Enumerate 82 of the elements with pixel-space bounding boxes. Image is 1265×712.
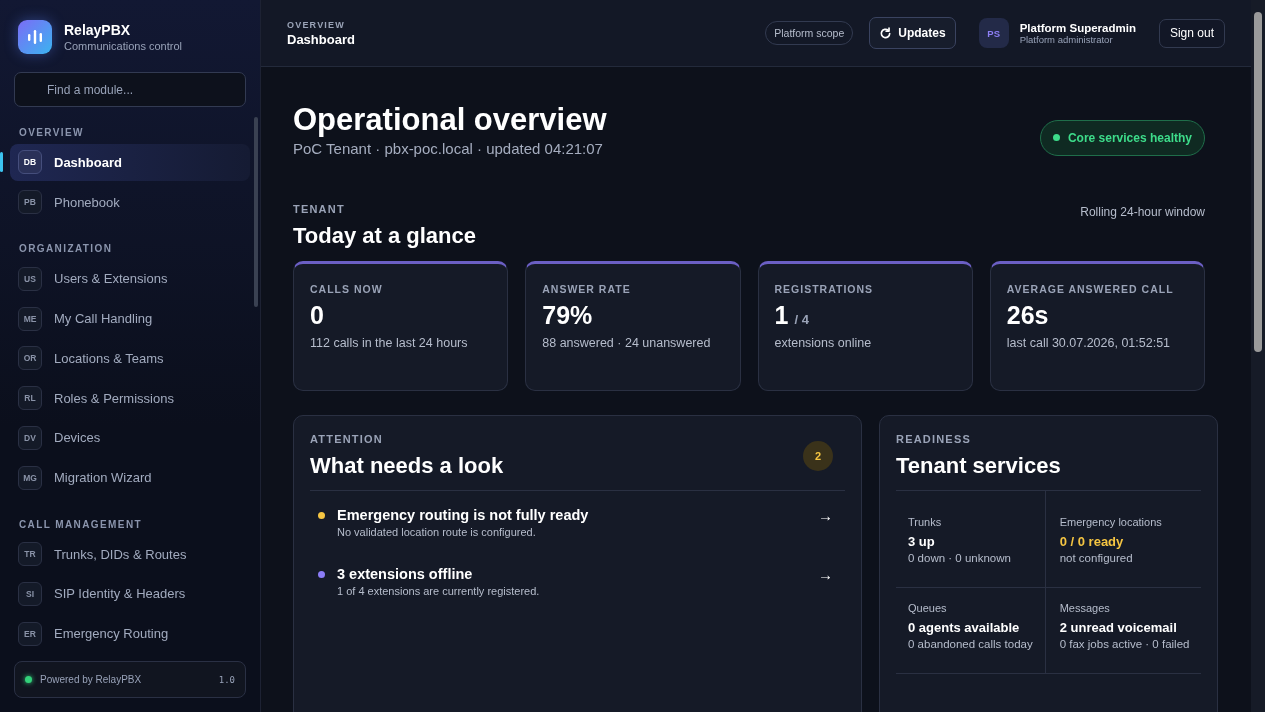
stat-label: REGISTRATIONS <box>774 283 874 295</box>
service-label: Emergency locations <box>1059 516 1163 528</box>
section-heading: ORGANIZATION <box>18 242 114 257</box>
sign-out-button[interactable]: Sign out <box>1158 18 1225 48</box>
issue-title[interactable]: Emergency routing is not fully ready <box>337 507 806 523</box>
service-detail: 0 fax jobs active · 0 failed <box>1059 638 1190 650</box>
logo-icon <box>18 20 52 54</box>
panel-eyebrow: ATTENTION <box>310 433 384 445</box>
service-value: 0 agents available <box>908 620 1021 635</box>
service-label: Messages <box>1059 602 1111 614</box>
module-badge: ER <box>18 621 42 646</box>
section-heading: CALL MANAGEMENT <box>18 517 144 532</box>
health-badge: Core services healthy <box>1039 119 1205 156</box>
service-detail: 0 abandoned calls today <box>908 638 1033 650</box>
version-text: 1.0 <box>218 674 235 685</box>
stat-detail: 112 calls in the last 24 hours <box>310 336 468 350</box>
hero-subtitle: PoC Tenant · pbx-poc.local · updated 04:21:07 <box>293 140 604 157</box>
panel-eyebrow: READINESS <box>896 433 972 445</box>
nav-item[interactable]: OR Locations & Teams <box>10 339 250 377</box>
nav-item[interactable]: TR Trunks, DIDs & Routes <box>10 535 250 573</box>
brand-name: RelayPBX <box>64 22 132 38</box>
stat-detail: last call 30.07.2026, 01:52:51 <box>1006 336 1171 350</box>
module-badge: SI <box>18 581 42 606</box>
scrollbar[interactable] <box>254 117 258 307</box>
stat-total: / 4 <box>794 312 809 327</box>
stat-value: 79% <box>542 301 593 330</box>
module-badge: RL <box>18 386 42 411</box>
user-avatar: PS <box>978 18 1009 48</box>
nav-item[interactable]: DV Devices <box>10 419 250 457</box>
stat-label: AVERAGE ANSWERED CALL <box>1006 283 1174 295</box>
refresh-icon <box>879 26 893 40</box>
stat-value: 26s <box>1006 301 1049 330</box>
service-value: 2 unread voicemail <box>1059 620 1178 635</box>
module-badge: ME <box>18 306 42 331</box>
stat-value: 0 <box>310 301 324 330</box>
nav-item[interactable]: SI SIP Identity & Headers <box>10 575 250 613</box>
updates-button[interactable]: Updates <box>869 17 956 49</box>
stat-label: CALLS NOW <box>310 283 383 295</box>
module-badge: OR <box>18 346 42 371</box>
stat-detail: extensions online <box>774 336 872 350</box>
page-title: Dashboard <box>287 31 355 47</box>
issue-detail: No validated location route is configured. <box>337 526 537 538</box>
search-field[interactable]: Find a module... <box>14 72 246 107</box>
hero-title: Operational overview <box>293 102 607 138</box>
module-badge: MG <box>18 465 42 490</box>
module-badge: PB <box>18 190 42 215</box>
panel-title: Tenant services <box>896 453 1061 479</box>
nav-item[interactable]: US Users & Extensions <box>10 260 250 298</box>
nav-item[interactable]: ME My Call Handling <box>10 300 250 337</box>
module-badge: TR <box>18 542 42 567</box>
nav-item[interactable]: MG Migration Wizard <box>10 459 250 496</box>
nav-item[interactable]: ER Emergency Routing <box>10 615 250 653</box>
panel-title: What needs a look <box>310 453 504 479</box>
issue-detail: 1 of 4 extensions are currently registered. <box>337 585 541 597</box>
service-value: 0 / 0 ready <box>1059 534 1125 549</box>
service-label: Trunks <box>908 516 943 528</box>
module-badge: US <box>18 266 42 291</box>
section-heading: OVERVIEW <box>18 126 85 140</box>
service-detail: not configured <box>1059 552 1134 564</box>
issue-title[interactable]: 3 extensions offline <box>337 566 806 582</box>
arrow-link[interactable]: → <box>818 507 833 524</box>
module-badge: DV <box>18 425 42 450</box>
stat-detail: 88 answered · 24 unanswered <box>542 336 711 350</box>
brand-tagline: Communications control <box>64 40 182 52</box>
service-detail: 0 down · 0 unknown <box>908 552 1012 564</box>
section-eyebrow: TENANT <box>293 203 346 215</box>
nav-item[interactable]: RL Roles & Permissions <box>10 379 250 417</box>
stat-value: 1 <box>774 301 789 330</box>
module-badge: DB <box>18 150 42 175</box>
count-badge: 2 <box>803 441 833 471</box>
powered-by-text: Powered by RelayPBX <box>40 674 143 685</box>
breadcrumb-section: OVERVIEW <box>287 19 355 30</box>
user-name: Platform Superadmin <box>1019 21 1136 34</box>
arrow-link[interactable]: → <box>818 566 833 583</box>
window-note: Rolling 24-hour window <box>1080 205 1205 219</box>
stat-label: ANSWER RATE <box>542 283 631 295</box>
scrollbar[interactable] <box>1251 0 1265 712</box>
service-value: 3 up <box>908 534 936 549</box>
service-label: Queues <box>908 602 948 614</box>
nav-item[interactable]: PB Phonebook <box>10 183 250 221</box>
section-title: Today at a glance <box>293 223 476 249</box>
user-role: Platform administrator <box>1019 33 1113 45</box>
